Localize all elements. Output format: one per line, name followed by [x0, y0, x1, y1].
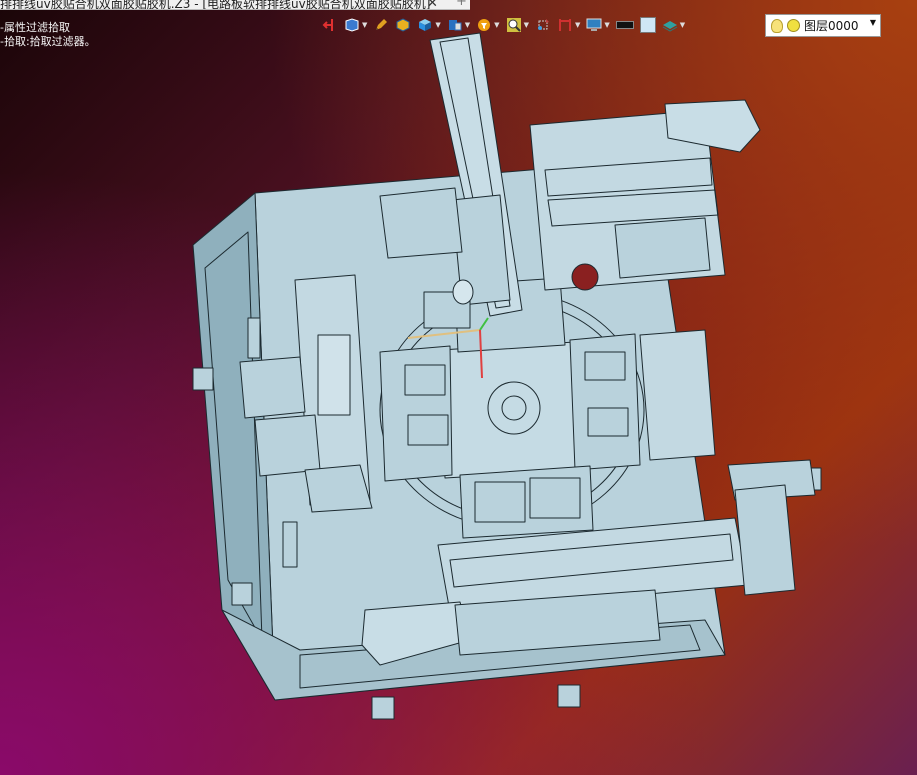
- x-axis-motor: [614, 217, 711, 279]
- bottom-right-bracket: [734, 484, 796, 596]
- mounting-tab: [231, 582, 253, 606]
- side-slot: [282, 521, 298, 568]
- left-tray-bottom: [254, 414, 321, 477]
- mounting-tab: [192, 367, 214, 391]
- mounting-tab: [557, 684, 581, 708]
- fixture-left: [379, 345, 453, 482]
- machine-3d-model[interactable]: [0, 0, 917, 775]
- left-tray-top: [239, 356, 306, 419]
- x-axis-bracket: [379, 187, 463, 259]
- mounting-tab: [371, 696, 395, 720]
- fixture-bottom: [459, 465, 594, 539]
- right-gripper: [639, 329, 716, 461]
- fixture-right: [569, 333, 641, 471]
- center-hub: [487, 381, 541, 435]
